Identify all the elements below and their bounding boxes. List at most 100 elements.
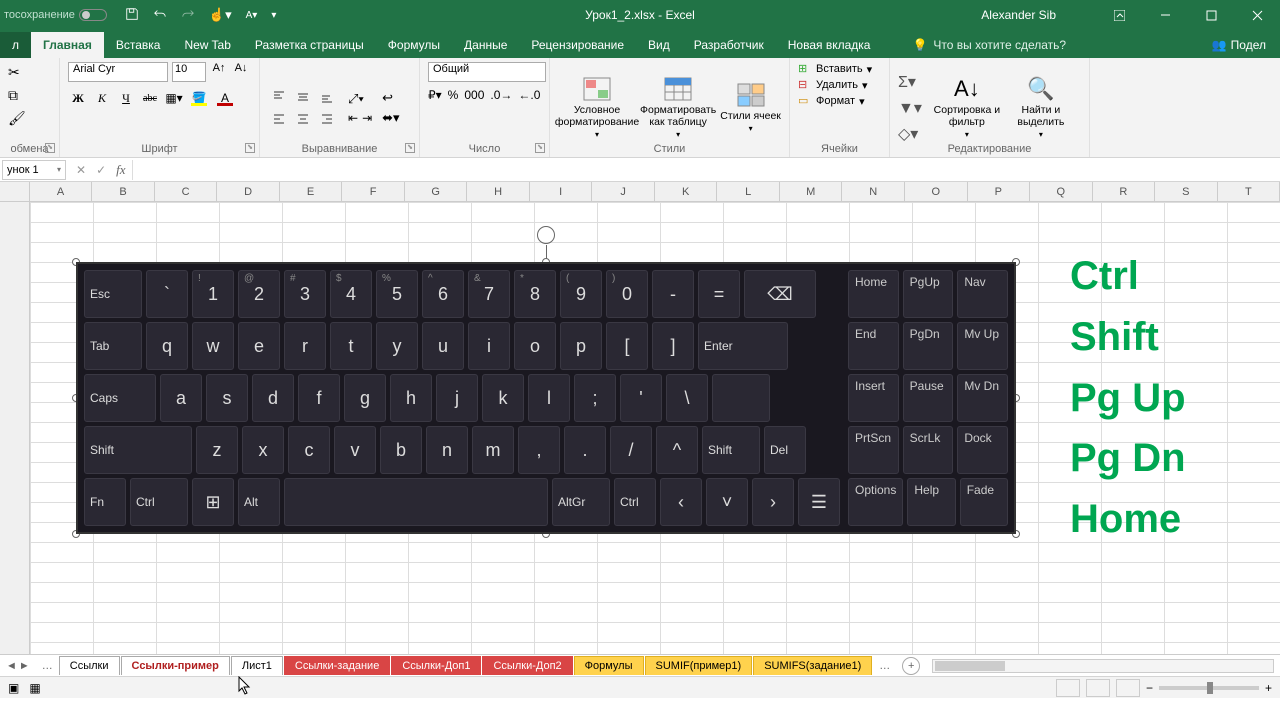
qat-more-icon[interactable]: A▾ <box>246 10 258 21</box>
tab-more-right-icon[interactable]: … <box>873 660 896 672</box>
increase-decimal-button[interactable]: .0→ <box>490 88 512 102</box>
tab-page-layout[interactable]: Разметка страницы <box>243 32 376 58</box>
align-left-button[interactable] <box>268 109 290 129</box>
sheet-tab[interactable]: Формулы <box>574 656 644 675</box>
font-size-select[interactable]: 10 <box>172 62 206 82</box>
comma-format-button[interactable]: 000 <box>464 88 484 102</box>
cut-icon[interactable]: ✂ <box>8 64 20 81</box>
sheet-tab[interactable]: SUMIFS(задание1) <box>753 656 872 675</box>
merge-button[interactable]: ⬌▾ <box>382 110 399 126</box>
status-record-icon[interactable]: ▣ <box>8 681 19 695</box>
sheet-tab[interactable]: Ссылки-Доп1 <box>391 656 481 675</box>
page-break-view-button[interactable] <box>1116 679 1140 697</box>
sheet-tab[interactable]: SUMIF(пример1) <box>645 656 753 675</box>
user-name[interactable]: Alexander Sib <box>981 8 1056 22</box>
close-button[interactable] <box>1234 0 1280 30</box>
underline-button[interactable]: Ч <box>116 88 136 108</box>
increase-font-button[interactable]: A↑ <box>210 62 228 82</box>
name-box[interactable]: унок 1▾ <box>2 160 66 180</box>
tab-review[interactable]: Рецензирование <box>519 32 636 58</box>
sheet-tab[interactable]: Ссылки <box>59 656 120 675</box>
bold-button[interactable]: Ж <box>68 88 88 108</box>
tab-insert[interactable]: Вставка <box>104 32 173 58</box>
fill-color-button[interactable]: 🪣 <box>188 88 210 108</box>
tab-view[interactable]: Вид <box>636 32 682 58</box>
fill-button[interactable]: ▼▾ <box>898 98 922 118</box>
sheet-tab[interactable]: Лист1 <box>231 656 283 675</box>
minimize-button[interactable] <box>1142 0 1188 30</box>
redo-icon[interactable] <box>181 7 195 24</box>
number-format-select[interactable]: Общий <box>428 62 546 82</box>
increase-indent-button[interactable]: ⇥ <box>362 111 372 125</box>
font-dialog-icon[interactable]: ⬊ <box>245 143 255 153</box>
tab-more-icon[interactable]: … <box>36 660 59 672</box>
zoom-out-button[interactable]: − <box>1146 681 1153 695</box>
decrease-decimal-button[interactable]: ←.0 <box>518 88 540 102</box>
horizontal-scrollbar[interactable] <box>932 659 1274 673</box>
touch-mode-icon[interactable]: ☝▾ <box>209 7 232 23</box>
format-cells-button[interactable]: ▭Формат ▾ <box>798 94 881 108</box>
wrap-text-button[interactable]: ↩ <box>382 90 399 106</box>
new-sheet-button[interactable]: + <box>902 657 920 675</box>
tab-formulas[interactable]: Формулы <box>376 32 452 58</box>
clipboard-dialog-icon[interactable]: ⬊ <box>45 143 55 153</box>
number-dialog-icon[interactable]: ⬊ <box>535 143 545 153</box>
rotate-handle-icon[interactable] <box>537 226 555 244</box>
normal-view-button[interactable] <box>1056 679 1080 697</box>
cells-area[interactable]: Esc`!1@2#3$4%5^6&7*8(9)0-=⌫Tabqwertyuiop… <box>30 202 1280 654</box>
sort-filter-button[interactable]: A↓ Сортировка и фильтр▾ <box>932 76 1002 139</box>
select-all-corner[interactable] <box>0 182 30 201</box>
formula-input[interactable] <box>132 160 1280 180</box>
tab-scroll-left-icon[interactable]: ◄ <box>6 660 17 672</box>
align-center-button[interactable] <box>292 109 314 129</box>
clear-button[interactable]: ◇▾ <box>898 124 922 144</box>
tab-scroll-right-icon[interactable]: ► <box>19 660 30 672</box>
strike-button[interactable]: abc <box>140 88 160 108</box>
find-select-button[interactable]: 🔍 Найти и выделить▾ <box>1006 76 1076 139</box>
tab-file[interactable]: л <box>0 32 31 58</box>
column-headers[interactable]: AB CD EF GH IJ KL MN OP QR ST <box>0 182 1280 202</box>
tab-developer[interactable]: Разработчик <box>682 32 776 58</box>
align-dialog-icon[interactable]: ⬊ <box>405 143 415 153</box>
keyboard-picture-object[interactable]: Esc`!1@2#3$4%5^6&7*8(9)0-=⌫Tabqwertyuiop… <box>76 262 1016 534</box>
insert-cells-button[interactable]: ⊞Вставить ▾ <box>798 62 881 76</box>
tab-newtab[interactable]: New Tab <box>172 32 242 58</box>
sheet-tab[interactable]: Ссылки-пример <box>121 656 230 675</box>
accounting-format-button[interactable]: ₽▾ <box>428 88 442 102</box>
font-name-select[interactable]: Arial Cyr <box>68 62 168 82</box>
row-headers[interactable] <box>0 202 30 654</box>
cell-styles-button[interactable]: Стили ячеек▾ <box>720 82 781 133</box>
sheet-tab[interactable]: Ссылки-Доп2 <box>482 656 572 675</box>
conditional-format-button[interactable]: Условное форматирование▾ <box>558 76 636 139</box>
decrease-indent-button[interactable]: ⇤ <box>348 111 358 125</box>
zoom-slider[interactable] <box>1159 686 1259 690</box>
format-painter-icon[interactable]: 🖌 <box>8 110 26 127</box>
tab-new[interactable]: Новая вкладка <box>776 32 883 58</box>
decrease-font-button[interactable]: A↓ <box>232 62 250 82</box>
autosum-button[interactable]: Σ▾ <box>898 72 922 92</box>
align-bottom-button[interactable] <box>316 87 338 107</box>
undo-icon[interactable] <box>153 7 167 24</box>
cancel-formula-icon[interactable]: ✕ <box>76 163 86 177</box>
enter-formula-icon[interactable]: ✓ <box>96 163 106 177</box>
tab-data[interactable]: Данные <box>452 32 519 58</box>
autosave-toggle[interactable]: тосохранение <box>4 9 107 21</box>
qat-customize-icon[interactable]: ▾ <box>271 10 276 21</box>
save-icon[interactable] <box>125 7 139 24</box>
orientation-button[interactable]: ⤢▾ <box>348 91 372 107</box>
worksheet[interactable]: AB CD EF GH IJ KL MN OP QR ST Esc`!1@2#3… <box>0 182 1280 654</box>
share-button[interactable]: 👥 Подел <box>1198 32 1280 58</box>
percent-format-button[interactable]: % <box>448 88 459 102</box>
maximize-button[interactable] <box>1188 0 1234 30</box>
ribbon-options-icon[interactable] <box>1096 0 1142 30</box>
sheet-tab[interactable]: Ссылки-задание <box>284 656 390 675</box>
align-top-button[interactable] <box>268 87 290 107</box>
align-middle-button[interactable] <box>292 87 314 107</box>
font-color-button[interactable]: A <box>214 88 236 108</box>
page-layout-view-button[interactable] <box>1086 679 1110 697</box>
tab-home[interactable]: Главная <box>31 32 104 58</box>
zoom-in-button[interactable]: + <box>1265 681 1272 695</box>
border-button[interactable]: ▦▾ <box>164 88 184 108</box>
format-as-table-button[interactable]: Форматировать как таблицу▾ <box>640 76 716 139</box>
fx-icon[interactable]: fx <box>116 162 125 178</box>
